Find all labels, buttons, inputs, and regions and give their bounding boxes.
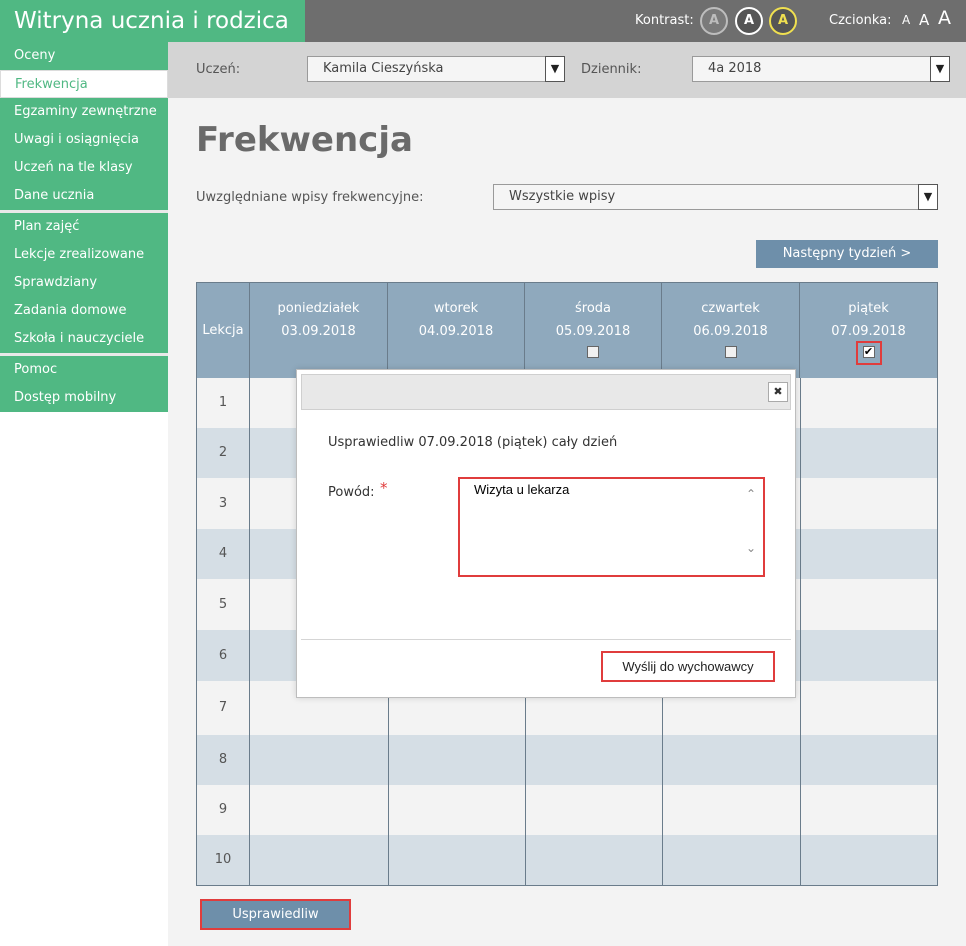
lesson-number: 10	[197, 835, 250, 885]
dialog-header	[301, 374, 791, 410]
sidebar-item-uwagi[interactable]: Uwagi i osiągnięcia	[0, 126, 168, 154]
lekcja-header: Lekcja	[197, 283, 250, 378]
day-name: czwartek	[701, 301, 760, 316]
table-row: 10	[197, 835, 937, 885]
next-week-button[interactable]: Następny tydzień >	[756, 240, 938, 268]
page-title: Frekwencja	[196, 120, 413, 160]
close-icon[interactable]: ✖	[768, 382, 788, 402]
sidebar-item-sprawdziany[interactable]: Sprawdziany	[0, 269, 168, 297]
uczen-value: Kamila Cieszyńska	[323, 61, 444, 76]
sidebar-item-uczen-na-tle-klasy[interactable]: Uczeń na tle klasy	[0, 154, 168, 182]
checkbox-highlight	[856, 341, 882, 365]
day-name: poniedziałek	[277, 301, 360, 316]
day-date: 03.09.2018	[281, 324, 356, 339]
lesson-number: 9	[197, 785, 250, 835]
contrast-dark-button[interactable]: A	[735, 7, 763, 35]
reason-label: Powód:	[328, 485, 375, 500]
font-small-button[interactable]: A	[902, 13, 910, 27]
sidebar-item-pomoc[interactable]: Pomoc	[0, 356, 168, 384]
day-header-thursday: czwartek 06.09.2018	[662, 283, 800, 378]
justification-dialog: ✖ Usprawiedliw 07.09.2018 (piątek) cały …	[296, 369, 796, 698]
contrast-yellow-button[interactable]: A	[769, 7, 797, 35]
sidebar-item-plan-zajec[interactable]: Plan zajęć	[0, 213, 168, 241]
sidebar-item-dostep-mobilny[interactable]: Dostęp mobilny	[0, 384, 168, 412]
required-marker: *	[380, 479, 388, 497]
send-to-teacher-button[interactable]: Wyślij do wychowawcy	[601, 651, 775, 682]
scroll-up-icon[interactable]: ⌃	[746, 487, 756, 501]
chevron-down-icon[interactable]: ▼	[930, 56, 950, 82]
chevron-down-icon[interactable]: ▼	[918, 184, 938, 210]
day-checkbox-wednesday[interactable]	[587, 346, 599, 358]
day-name: wtorek	[433, 301, 479, 316]
sidebar-item-frekwencja[interactable]: Frekwencja	[0, 70, 168, 98]
sidebar-item-dane-ucznia[interactable]: Dane ucznia	[0, 182, 168, 210]
column-divider	[800, 378, 801, 885]
lesson-number: 6	[197, 630, 250, 681]
lesson-number: 7	[197, 681, 250, 735]
top-bar: Kontrast: A A A Czcionka: A A A	[305, 0, 966, 42]
day-checkbox-thursday[interactable]	[724, 346, 737, 358]
sidebar: Oceny Frekwencja Egzaminy zewnętrzne Uwa…	[0, 42, 168, 412]
uczen-select[interactable]: Kamila Cieszyńska ▼	[307, 56, 565, 82]
day-name: środa	[574, 301, 611, 316]
dialog-divider	[301, 639, 791, 640]
lesson-number: 8	[197, 735, 250, 785]
app-title: Witryna ucznia i rodzica	[0, 0, 305, 42]
day-header-tuesday: wtorek 04.09.2018	[388, 283, 525, 378]
dialog-message: Usprawiedliw 07.09.2018 (piątek) cały dz…	[328, 435, 618, 450]
lesson-number: 1	[197, 378, 250, 428]
table-row: 8	[197, 735, 937, 785]
day-name: piątek	[848, 301, 889, 316]
sidebar-item-zadania-domowe[interactable]: Zadania domowe	[0, 297, 168, 325]
table-row: 9	[197, 785, 937, 835]
day-date: 04.09.2018	[418, 324, 494, 339]
day-header-friday: piątek 07.09.2018 ✔	[800, 283, 937, 378]
font-large-button[interactable]: A	[938, 7, 951, 29]
chevron-down-icon[interactable]: ▼	[545, 56, 565, 82]
day-date: 06.09.2018	[693, 324, 768, 339]
sidebar-item-lekcje-zrealizowane[interactable]: Lekcje zrealizowane	[0, 241, 168, 269]
day-date: 05.09.2018	[555, 324, 631, 339]
usprawiedliw-button[interactable]: Usprawiedliw	[200, 899, 351, 930]
filter-select[interactable]: Wszystkie wpisy ▼	[493, 184, 938, 210]
filter-label: Uwzględniane wpisy frekwencyjne:	[196, 190, 424, 205]
dziennik-select[interactable]: 4a 2018 ▼	[692, 56, 950, 82]
day-header-wednesday: środa 05.09.2018	[525, 283, 662, 378]
dziennik-label: Dziennik:	[581, 62, 642, 77]
lesson-number: 5	[197, 579, 250, 630]
kontrast-label: Kontrast:	[635, 13, 694, 28]
lesson-number: 3	[197, 478, 250, 529]
font-medium-button[interactable]: A	[919, 11, 929, 29]
day-header-monday: poniedziałek 03.09.2018	[250, 283, 388, 378]
uczen-label: Uczeń:	[196, 62, 241, 77]
day-date: 07.09.2018	[831, 324, 906, 339]
contrast-default-button[interactable]: A	[700, 7, 728, 35]
font-size-label: Czcionka:	[829, 13, 892, 28]
dziennik-value: 4a 2018	[708, 61, 762, 76]
sidebar-item-szkola[interactable]: Szkoła i nauczyciele	[0, 325, 168, 353]
lesson-number: 2	[197, 428, 250, 478]
selector-bar: Uczeń: Kamila Cieszyńska ▼ Dziennik: 4a …	[168, 42, 966, 98]
sidebar-item-egzaminy[interactable]: Egzaminy zewnętrzne	[0, 98, 168, 126]
scroll-down-icon[interactable]: ⌄	[746, 541, 756, 555]
filter-value: Wszystkie wpisy	[509, 189, 616, 204]
reason-textarea[interactable]: Wizyta u lekarza	[458, 477, 765, 577]
lesson-number: 4	[197, 529, 250, 579]
table-header-row: Lekcja poniedziałek 03.09.2018 wtorek 04…	[197, 283, 937, 378]
sidebar-item-oceny[interactable]: Oceny	[0, 42, 168, 70]
